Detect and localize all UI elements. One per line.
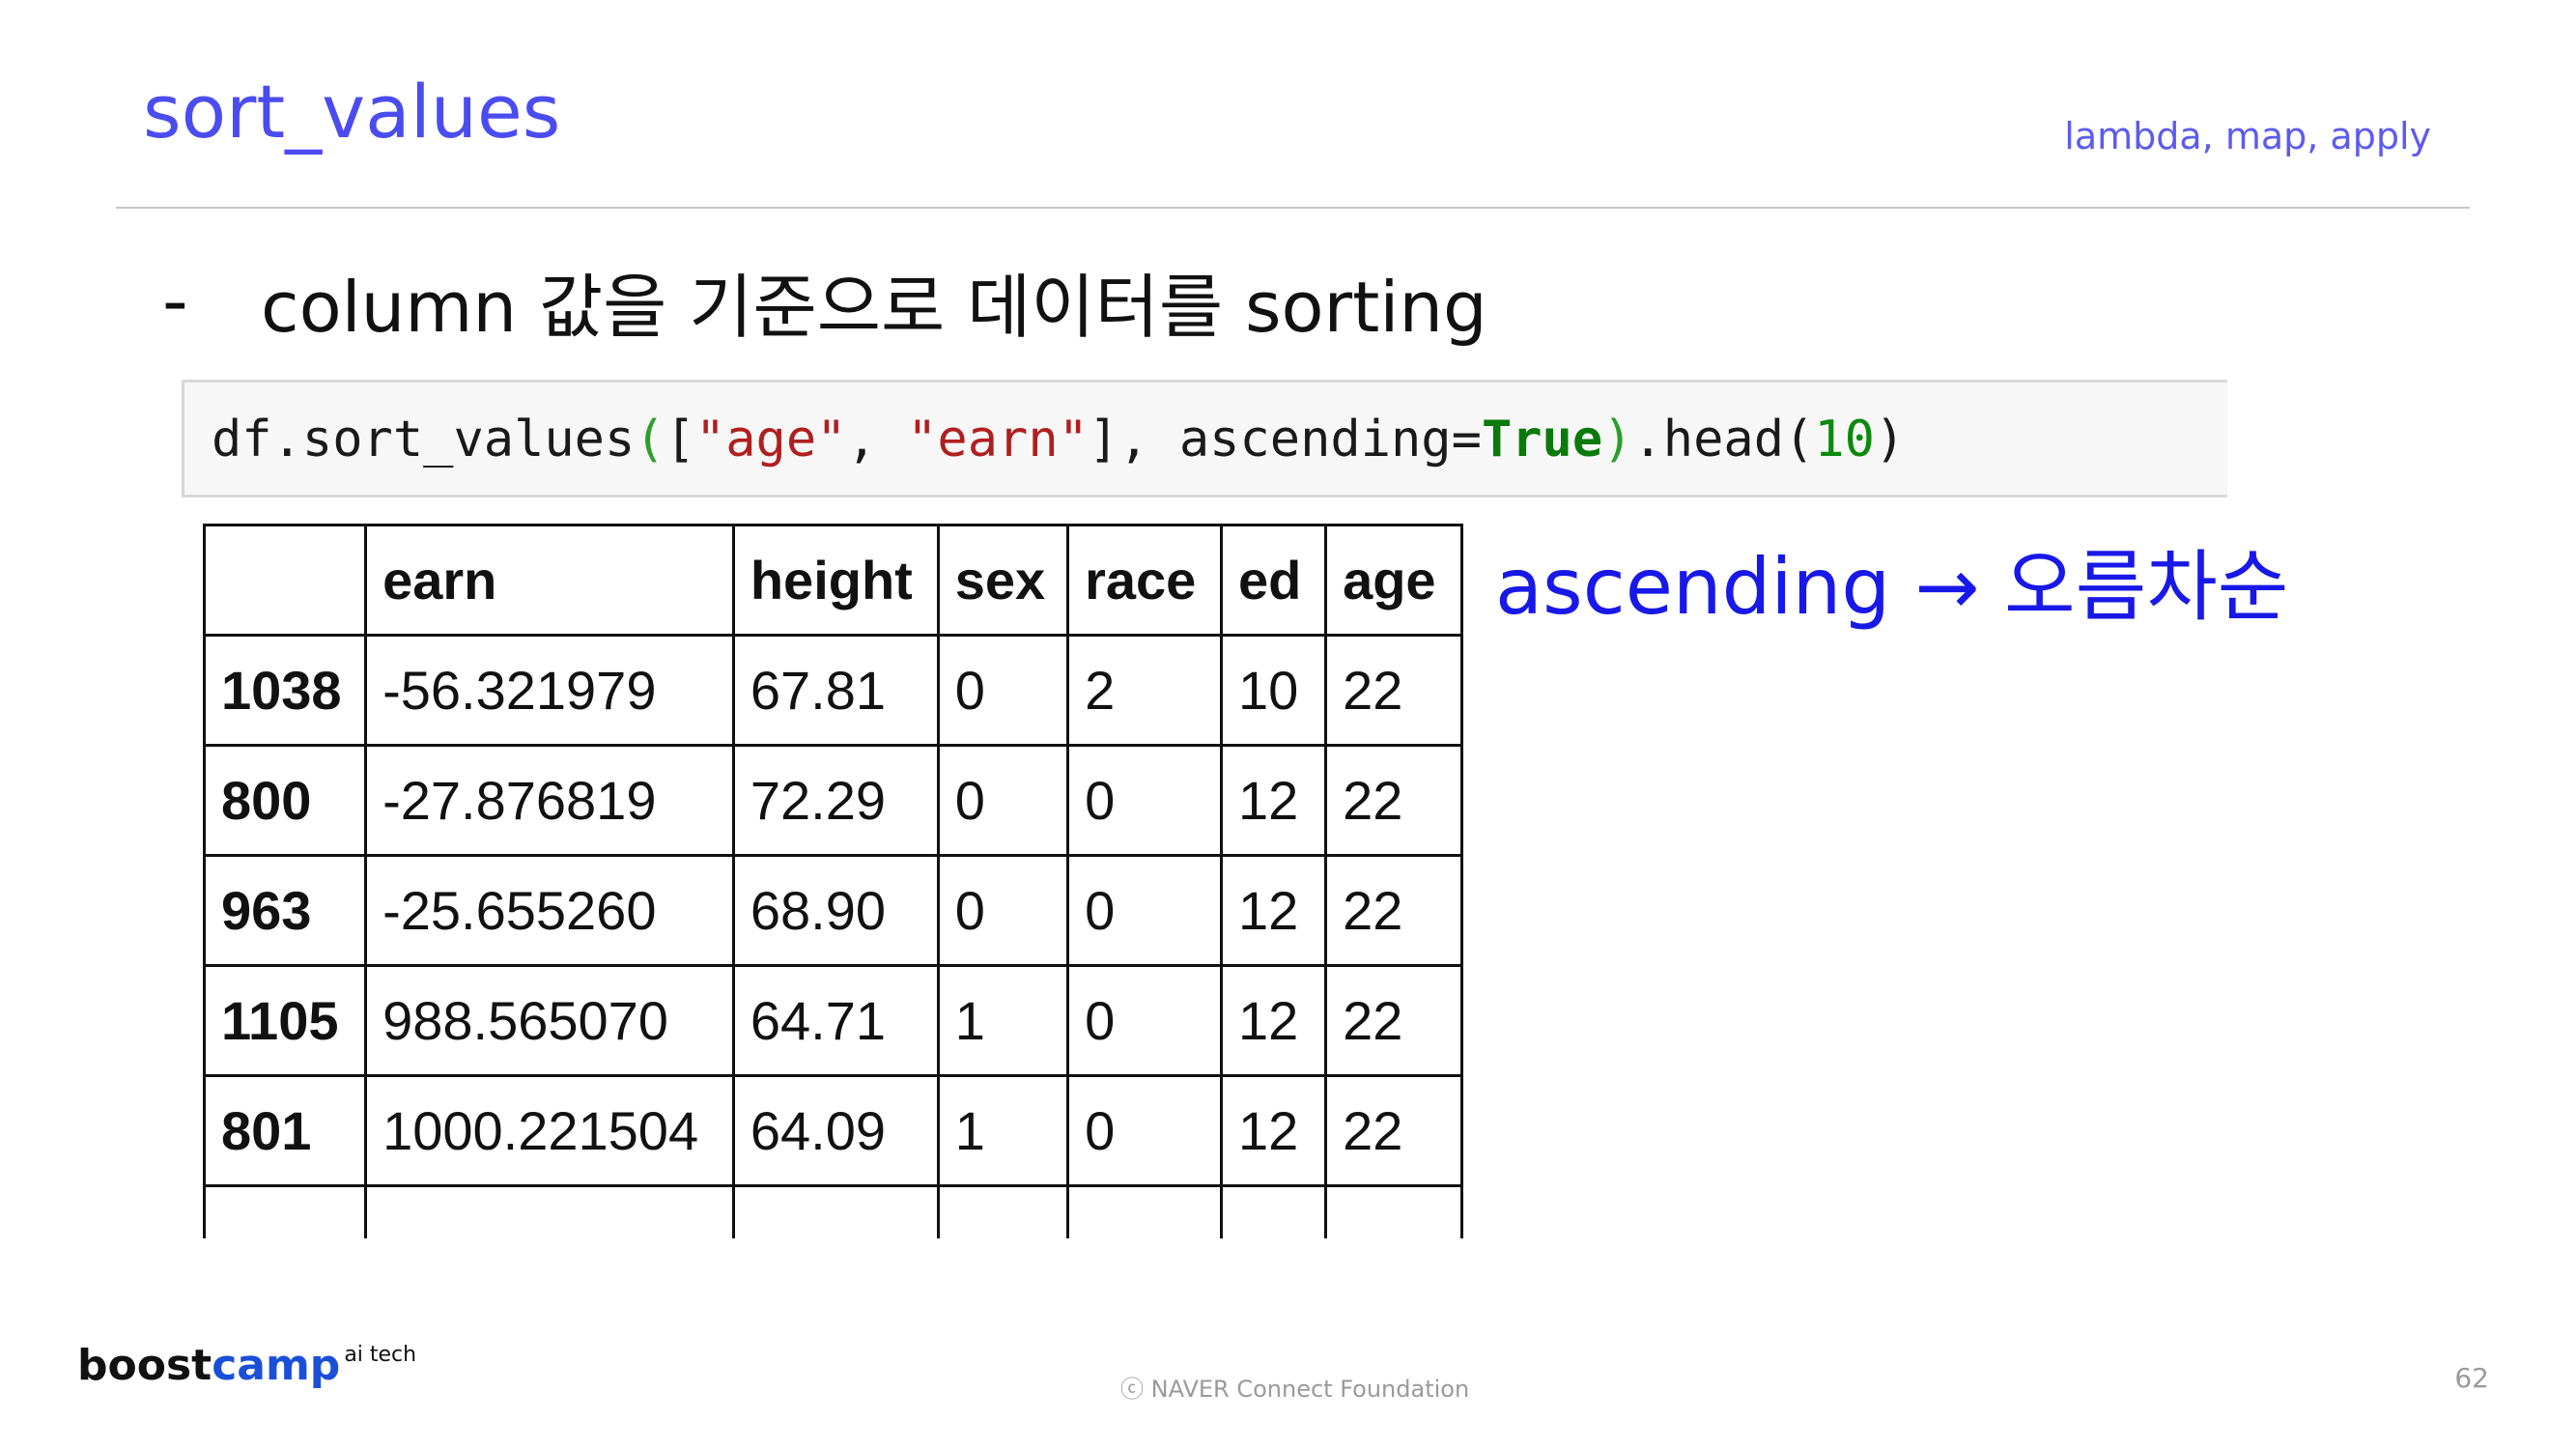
header-divider	[116, 207, 2470, 209]
cell-age: 22	[1324, 854, 1463, 967]
cell-earn	[364, 1184, 735, 1238]
table-row: 800 -27.876819 72.29 0 0 12 22	[203, 744, 1463, 857]
row-index: 1038	[203, 634, 368, 747]
code-line: df.sort_values(["age", "earn"], ascendin…	[212, 410, 1905, 469]
code-comma: ,	[846, 411, 908, 469]
table-row: 1038 -56.321979 67.81 0 2 10 22	[203, 634, 1463, 747]
row-index: 801	[203, 1074, 368, 1187]
cell-height: 67.81	[731, 634, 940, 747]
slide-title: sort_values	[143, 69, 561, 155]
code-string-age: "age"	[694, 411, 847, 469]
cell-ed: 12	[1220, 1074, 1328, 1187]
logo-main: boost	[77, 1341, 212, 1390]
cell-sex: 1	[936, 1074, 1070, 1187]
cell-race: 0	[1066, 744, 1224, 857]
dataframe-output: earn height sex race ed age 1038 -56.321…	[203, 524, 1463, 1238]
cell-ed: 12	[1220, 854, 1328, 967]
cell-ed	[1220, 1184, 1328, 1238]
cell-race: 2	[1066, 634, 1224, 747]
column-header-sex: sex	[936, 524, 1070, 637]
cell-sex: 1	[936, 964, 1070, 1077]
table-header-row: earn height sex race ed age	[203, 524, 1463, 637]
annotation-ascending: ascending → 오름차순	[1495, 542, 2289, 632]
code-keyword-true: True	[1481, 411, 1603, 469]
logo-sup: ai tech	[344, 1343, 417, 1367]
cell-age	[1324, 1184, 1463, 1238]
cell-sex	[936, 1184, 1070, 1238]
code-number: 10	[1814, 411, 1875, 469]
table-row: 963 -25.655260 68.90 0 0 12 22	[203, 854, 1463, 967]
code-cell: df.sort_values(["age", "earn"], ascendin…	[182, 380, 2227, 497]
cell-sex: 0	[936, 634, 1070, 747]
cell-height: 72.29	[731, 744, 940, 857]
dataframe-table: earn height sex race ed age 1038 -56.321…	[203, 524, 1463, 1238]
code-close-paren: )	[1602, 411, 1633, 469]
cell-race	[1066, 1184, 1224, 1238]
table-row: 801 1000.221504 64.09 1 0 12 22	[203, 1074, 1463, 1187]
cell-height: 68.90	[731, 854, 940, 967]
table-row-truncated	[203, 1184, 1463, 1238]
copyright: ⓒ NAVER Connect Foundation	[1120, 1376, 1470, 1403]
bullet-text: column 값을 기준으로 데이터를 sorting	[261, 267, 1487, 348]
cell-sex: 0	[936, 744, 1070, 857]
cell-age: 22	[1324, 744, 1463, 857]
column-header-age: age	[1324, 524, 1463, 637]
cell-race: 0	[1066, 854, 1224, 967]
row-index: 1105	[203, 964, 368, 1077]
cell-height: 64.09	[731, 1074, 940, 1187]
cell-sex: 0	[936, 854, 1070, 967]
code-open-paren: (	[635, 411, 665, 469]
cell-age: 22	[1324, 964, 1463, 1077]
section-tag: lambda, map, apply	[2064, 115, 2431, 157]
row-index	[203, 1184, 368, 1238]
cell-ed: 12	[1220, 964, 1328, 1077]
cell-ed: 10	[1220, 634, 1328, 747]
table-row: 1105 988.565070 64.71 1 0 12 22	[203, 964, 1463, 1077]
code-method-head: .head(	[1632, 411, 1815, 469]
bullet-marker: -	[162, 260, 188, 343]
code-end: )	[1874, 411, 1906, 469]
column-header-ed: ed	[1220, 524, 1328, 637]
code-ascending-arg: ], ascending=	[1088, 411, 1482, 469]
cell-earn: 1000.221504	[364, 1074, 735, 1187]
code-prefix: df.sort_values	[212, 411, 636, 469]
cell-age: 22	[1324, 634, 1463, 747]
column-header-index	[203, 524, 368, 637]
cell-race: 0	[1066, 1074, 1224, 1187]
page-number: 62	[2454, 1362, 2489, 1394]
cell-earn: -56.321979	[364, 634, 735, 747]
logo-accent: camp	[212, 1341, 341, 1390]
column-header-race: race	[1066, 524, 1224, 637]
code-string-earn: "earn"	[907, 411, 1089, 469]
column-header-earn: earn	[364, 524, 735, 637]
code-bracket-open: [	[665, 411, 695, 469]
cell-earn: 988.565070	[364, 964, 735, 1077]
cell-ed: 12	[1220, 744, 1328, 857]
cell-race: 0	[1066, 964, 1224, 1077]
cell-height	[731, 1184, 940, 1238]
boostcamp-logo: boostcamp ai tech	[77, 1345, 416, 1387]
row-index: 800	[203, 744, 368, 857]
cell-age: 22	[1324, 1074, 1463, 1187]
row-index: 963	[203, 854, 368, 967]
column-header-height: height	[731, 524, 940, 637]
cell-earn: -25.655260	[364, 854, 735, 967]
cell-height: 64.71	[731, 964, 940, 1077]
cell-earn: -27.876819	[364, 744, 735, 857]
